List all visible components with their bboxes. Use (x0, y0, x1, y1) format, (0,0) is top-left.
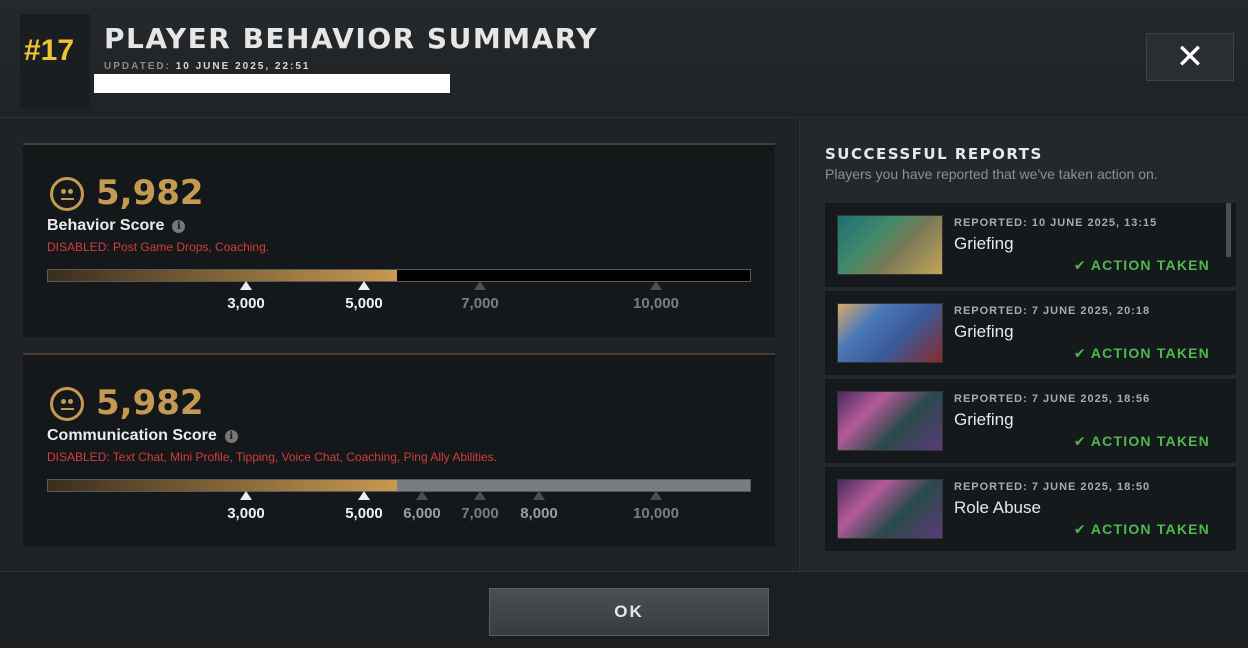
report-item[interactable]: REPORTED: 7 JUNE 2025, 18:50 Role Abuse … (825, 467, 1236, 551)
tick-marker (474, 281, 486, 290)
report-date: REPORTED: 7 JUNE 2025, 18:50 (954, 481, 1151, 493)
hero-portrait (837, 303, 943, 363)
tick-marker (474, 491, 486, 500)
tick-marker (240, 281, 252, 290)
report-date: REPORTED: 10 JUNE 2025, 13:15 (954, 217, 1158, 229)
communication-score-card: 5,982 Communication Score i DISABLED: Tex… (23, 353, 775, 547)
tick-label: 3,000 (227, 505, 265, 522)
behavior-score-card: 5,982 Behavior Score i DISABLED: Post Gam… (23, 143, 775, 337)
tick-marker (650, 491, 662, 500)
tick-label: 7,000 (461, 295, 499, 312)
info-icon[interactable]: i (224, 430, 238, 443)
report-item[interactable]: REPORTED: 7 JUNE 2025, 20:18 Griefing ✔ A… (825, 291, 1236, 375)
tick-label: 5,000 (345, 295, 383, 312)
communication-disabled-text: DISABLED: Text Chat, Mini Profile, Tippi… (47, 450, 497, 464)
behavior-bar-fill (48, 270, 397, 281)
updated-label: UPDATED: (104, 61, 171, 72)
checkmark-icon: ✔ (1073, 434, 1087, 450)
hero-portrait (837, 479, 943, 539)
tick-label: 8,000 (520, 505, 558, 522)
checkmark-icon: ✔ (1073, 522, 1087, 538)
updated-timestamp: UPDATED: 10 JUNE 2025, 22:51 (104, 61, 310, 72)
tick-marker (358, 491, 370, 500)
behavior-score-bar (47, 269, 751, 282)
ok-button[interactable]: OK (489, 588, 769, 636)
report-item[interactable]: REPORTED: 10 JUNE 2025, 13:15 Griefing ✔… (825, 203, 1236, 287)
report-reason: Role Abuse (954, 498, 1041, 517)
report-reason: Griefing (954, 410, 1014, 429)
tick-marker (240, 491, 252, 500)
header (0, 0, 1248, 118)
action-taken-status: ✔ ACTION TAKEN (1073, 345, 1210, 362)
tick-marker (358, 281, 370, 290)
behavior-score-value: 5,982 (96, 173, 204, 213)
report-reason: Griefing (954, 322, 1014, 341)
neutral-face-icon (50, 387, 84, 421)
action-taken-status: ✔ ACTION TAKEN (1073, 257, 1210, 274)
page-title: PLAYER BEHAVIOR SUMMARY (104, 22, 599, 55)
tick-label: 10,000 (633, 505, 679, 522)
report-date: REPORTED: 7 JUNE 2025, 18:56 (954, 393, 1151, 405)
hero-portrait (837, 391, 943, 451)
reports-subtitle: Players you have reported that we've tak… (825, 166, 1158, 182)
tick-marker (533, 491, 545, 500)
action-taken-status: ✔ ACTION TAKEN (1073, 433, 1210, 450)
report-reason: Griefing (954, 234, 1014, 253)
close-button[interactable]: ✕ (1146, 33, 1234, 81)
reports-scrollbar[interactable] (1226, 203, 1231, 257)
communication-bar-fill (48, 480, 397, 491)
updated-value: 10 JUNE 2025, 22:51 (175, 61, 311, 72)
behavior-disabled-text: DISABLED: Post Game Drops, Coaching. (47, 240, 270, 254)
communication-score-value: 5,982 (96, 383, 204, 423)
neutral-face-icon (50, 177, 84, 211)
action-taken-status: ✔ ACTION TAKEN (1073, 521, 1210, 538)
tick-marker (650, 281, 662, 290)
communication-score-label: Communication Score i (47, 427, 238, 445)
successful-reports-panel: SUCCESSFUL REPORTS Players you have repo… (799, 119, 1248, 571)
rank-number: #17 (24, 34, 75, 67)
tick-label: 10,000 (633, 295, 679, 312)
tick-label: 3,000 (227, 295, 265, 312)
communication-score-label-text: Communication Score (47, 427, 217, 444)
behavior-bar-remaining (397, 270, 750, 281)
report-date: REPORTED: 7 JUNE 2025, 20:18 (954, 305, 1151, 317)
redacted-bar (94, 74, 450, 93)
hero-portrait (837, 215, 943, 275)
communication-score-bar (47, 479, 751, 492)
tick-marker (416, 491, 428, 500)
reports-title: SUCCESSFUL REPORTS (825, 145, 1043, 163)
behavior-score-label: Behavior Score i (47, 217, 186, 235)
report-item[interactable]: REPORTED: 7 JUNE 2025, 18:56 Griefing ✔ A… (825, 379, 1236, 463)
communication-bar-remaining (397, 480, 750, 491)
info-icon[interactable]: i (172, 220, 186, 233)
checkmark-icon: ✔ (1073, 346, 1087, 362)
behavior-score-label-text: Behavior Score (47, 217, 165, 234)
checkmark-icon: ✔ (1073, 258, 1087, 274)
close-icon: ✕ (1175, 37, 1205, 77)
